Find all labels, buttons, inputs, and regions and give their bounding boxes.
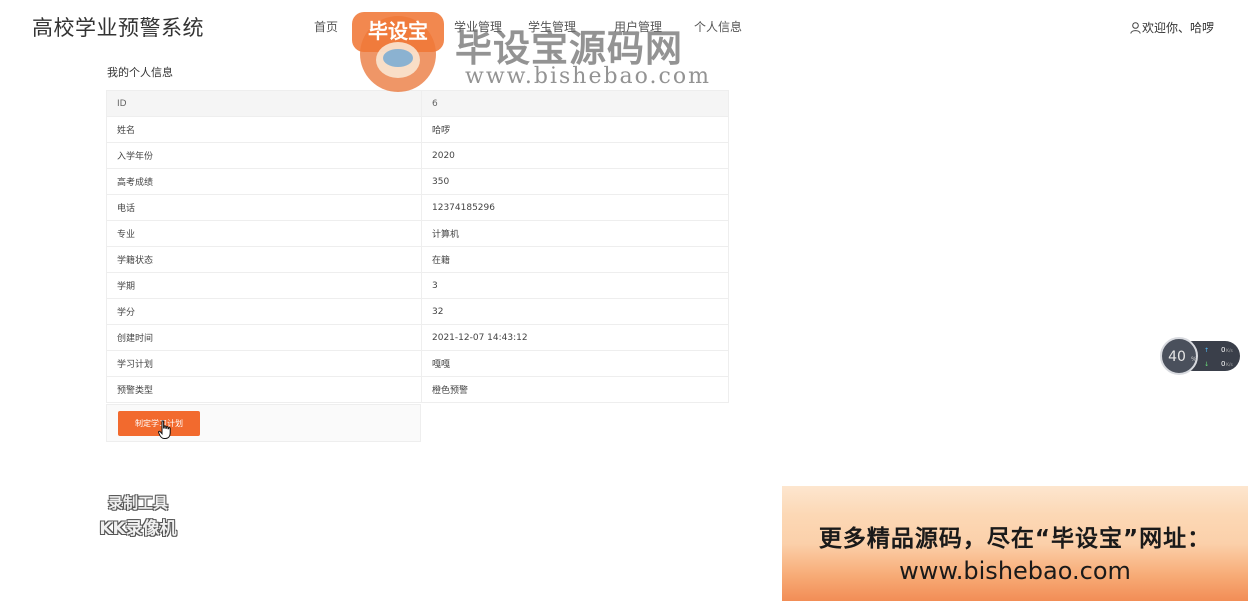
row-label: 学籍状态 [106,246,422,273]
table-row: 姓名 哈啰 [106,116,729,143]
upload-unit: K/s [1226,348,1233,354]
row-value: 12374185296 [421,194,729,221]
table-row: 学分 32 [106,298,729,325]
row-value: 3 [421,272,729,299]
user-greeting: 欢迎你、哈啰 [1141,21,1214,35]
user-icon [1130,22,1141,34]
row-value: 在籍 [421,246,729,273]
profile-table: ID 6 姓名 哈啰 入学年份 2020 高考成绩 350 电话 12374185296 … [106,90,729,403]
promo-banner: 更多精品源码，尽在“毕设宝”网址： www.bishebao.com [782,486,1248,601]
row-label: 姓名 [106,116,422,143]
promo-text: 更多精品源码，尽在“毕设宝”网址： [818,526,1212,552]
row-label: 入学年份 [106,142,422,169]
row-value: 350 [421,168,729,195]
row-label: 学分 [106,298,422,325]
table-row: 创建时间 2021-12-07 14:43:12 [106,324,729,351]
site-title: 高校学业预警系统 [32,16,204,40]
row-label: 学期 [106,272,422,299]
table-row: 学习计划 嘎嘎 [106,350,729,377]
network-speed-widget[interactable]: 40 % ↑ ↓ 0 K/s 0 K/s [1160,337,1242,375]
section-title: 我的个人信息 [107,66,173,79]
row-value: 32 [421,298,729,325]
row-label: 电话 [106,194,422,221]
table-row: 入学年份 2020 [106,142,729,169]
row-value: 嘎嘎 [421,350,729,377]
hand-cursor-icon [158,420,171,439]
row-value: 计算机 [421,220,729,247]
table-row: 学籍状态 在籍 [106,246,729,273]
row-label: 创建时间 [106,324,422,351]
download-speed: 0 [1221,360,1225,368]
action-cell: 制定学习计划 [106,404,421,442]
row-label: ID [106,90,422,117]
row-value: 2020 [421,142,729,169]
download-unit: K/s [1226,362,1233,368]
table-row: 高考成绩 350 [106,168,729,195]
nav-profile[interactable]: 个人信息 [694,18,742,35]
speed-percent: 40 [1168,349,1186,365]
recorder-label: 录制工具 [107,494,168,512]
table-row: 预警类型 橙色预警 [106,376,729,403]
row-label: 高考成绩 [106,168,422,195]
watermark-logo-icon: 毕设宝 [352,12,444,92]
promo-url: www.bishebao.com [899,557,1131,585]
speed-percent-unit: % [1191,356,1197,363]
upload-arrow-icon: ↑ [1204,347,1209,354]
row-label: 学习计划 [106,350,422,377]
table-row: 学期 3 [106,272,729,299]
download-arrow-icon: ↓ [1204,361,1209,368]
user-menu[interactable]: 欢迎你、哈啰 [1130,19,1214,36]
nav-home[interactable]: 首页 [314,18,338,35]
row-label: 专业 [106,220,422,247]
table-row: ID 6 [106,90,729,117]
row-value: 2021-12-07 14:43:12 [421,324,729,351]
row-value: 哈啰 [421,116,729,143]
row-label: 预警类型 [106,376,422,403]
recorder-name: KK录像机 [99,519,177,539]
watermark-url: www.bishebao.com [465,64,711,89]
table-row: 电话 12374185296 [106,194,729,221]
row-value: 橙色预警 [421,376,729,403]
watermark-logo-text: 毕设宝 [368,19,428,43]
table-row: 专业 计算机 [106,220,729,247]
row-value: 6 [421,90,729,117]
recorder-watermark: 录制工具 KK录像机 [88,492,188,539]
upload-speed: 0 [1221,346,1225,354]
